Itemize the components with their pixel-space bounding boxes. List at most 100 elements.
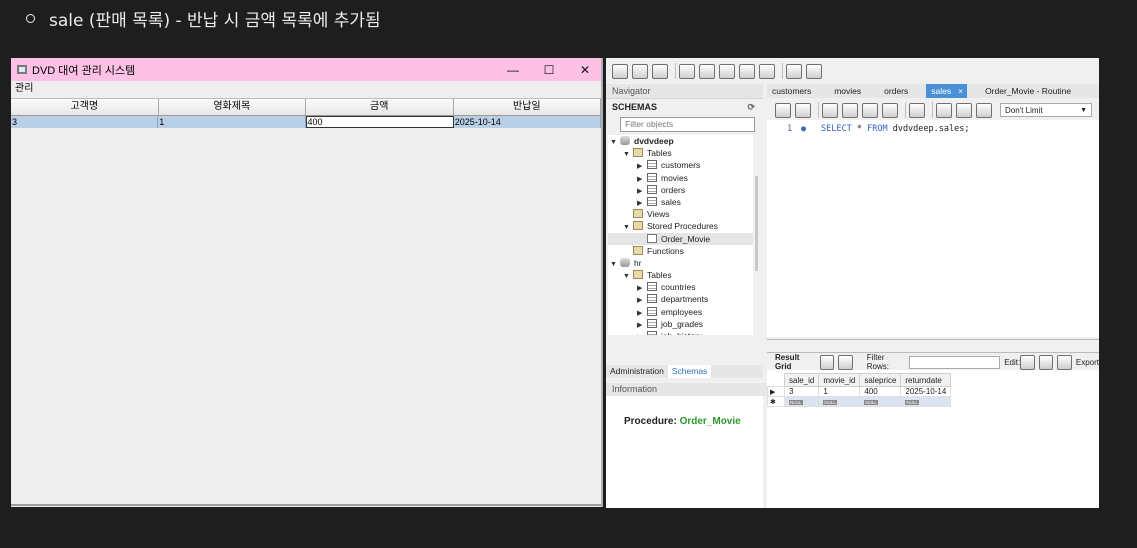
heading-text: sale (판매 목록) - 반납 시 금액 목록에 추가됨 <box>49 11 381 31</box>
header-customer[interactable]: 고객명 <box>11 99 159 115</box>
tab-customers[interactable]: customers <box>767 84 816 98</box>
open-file-icon[interactable] <box>775 102 791 118</box>
tree-item[interactable]: ▶ countries <box>608 281 753 293</box>
tree-item[interactable]: ▼ Tables <box>608 269 753 281</box>
tree-item[interactable]: ▼ dvdvdeep <box>608 135 753 147</box>
tree-item[interactable]: ▶ departments <box>608 293 753 305</box>
table-row[interactable]: 3 1 400 2025-10-14 <box>11 116 601 128</box>
cell-customer[interactable]: 3 <box>11 116 159 128</box>
refresh-results-icon[interactable] <box>838 354 853 370</box>
tree-label: Views <box>647 209 670 220</box>
new-row[interactable]: ✱ NULL NULL NULL NULL <box>767 396 952 407</box>
sql-star: * <box>856 124 862 134</box>
create-view-icon[interactable] <box>719 63 735 79</box>
tree-item[interactable]: ▶ employees <box>608 306 753 318</box>
tree-item[interactable]: Functions <box>608 245 753 257</box>
database-icon <box>620 136 630 145</box>
autocommit-icon[interactable] <box>976 102 992 118</box>
cell-movie-id[interactable]: 1 <box>818 386 861 397</box>
sql-editor[interactable]: 1 ● SELECT * FROM dvdvdeep.sales; <box>767 120 1099 337</box>
filter-objects-input[interactable]: Filter objects <box>620 117 755 132</box>
export-label[interactable]: Export <box>1076 358 1099 367</box>
create-function-icon[interactable] <box>759 63 775 79</box>
tree-label: Tables <box>647 148 672 159</box>
cell-returndate[interactable]: 2025-10-14 <box>900 386 952 397</box>
inspector-icon[interactable] <box>652 63 668 79</box>
tab-sales[interactable]: sales × <box>926 84 968 98</box>
close-button[interactable]: ✕ <box>567 63 603 77</box>
rollback-icon[interactable] <box>956 102 972 118</box>
cell-movie-title[interactable]: 1 <box>158 116 306 128</box>
menu-manage[interactable]: 관리 <box>11 81 603 96</box>
tree-item[interactable]: ▶ sales <box>608 196 753 208</box>
save-icon[interactable] <box>795 102 811 118</box>
tree-item[interactable]: ▶ job_history <box>608 330 753 335</box>
commit-icon[interactable] <box>936 102 952 118</box>
table-header: 고객명 영화제목 금액 반납일 <box>11 99 601 116</box>
edit-row-icon[interactable] <box>1020 354 1035 370</box>
header-amount[interactable]: 금액 <box>306 99 454 115</box>
create-procedure-icon[interactable] <box>739 63 755 79</box>
tab-administration[interactable]: Administration <box>606 365 668 378</box>
tab-movies[interactable]: movies <box>829 84 866 98</box>
tree-item[interactable]: ▶ movies <box>608 172 753 184</box>
reconnect-icon[interactable] <box>806 63 822 79</box>
new-sql-tab-icon[interactable] <box>612 63 628 79</box>
minimize-button[interactable]: — <box>495 63 531 77</box>
maximize-button[interactable]: ☐ <box>531 63 567 77</box>
limit-select[interactable]: Don't Limit ▼ <box>1000 103 1092 117</box>
create-table-icon[interactable] <box>699 63 715 79</box>
tree-item[interactable]: ▶ customers <box>608 159 753 171</box>
tab-order-movie-routine[interactable]: Order_Movie - Routine <box>980 84 1076 98</box>
tree-item[interactable]: Views <box>608 208 753 220</box>
editor-result-splitter[interactable] <box>767 339 1099 353</box>
create-schema-icon[interactable] <box>679 63 695 79</box>
header-movie-title[interactable]: 영화제목 <box>159 99 306 115</box>
bullet-icon <box>26 14 35 23</box>
execute-current-icon[interactable] <box>842 102 858 118</box>
execute-icon[interactable] <box>822 102 838 118</box>
filter-rows-input[interactable] <box>908 355 1001 369</box>
toggle-error-icon[interactable] <box>909 102 925 118</box>
null-cell[interactable]: NULL <box>818 396 861 407</box>
tree-scrollbar[interactable] <box>755 176 758 271</box>
tree-label: customers <box>661 160 701 171</box>
add-row-icon[interactable] <box>1038 354 1054 370</box>
null-cell[interactable]: NULL <box>859 396 902 407</box>
cell-sale-id[interactable]: 3 <box>783 386 820 397</box>
table-icon <box>647 172 657 182</box>
col-sale-id[interactable]: sale_id <box>783 373 820 387</box>
header-return-date[interactable]: 반납일 <box>454 99 601 115</box>
sales-table: 고객명 영화제목 금액 반납일 3 1 400 2025-10-14 <box>11 98 601 506</box>
result-grid-label[interactable]: Result Grid <box>775 353 814 371</box>
refresh-icon[interactable]: ⟳ <box>747 99 755 115</box>
delete-row-icon[interactable] <box>1057 354 1072 370</box>
open-sql-file-icon[interactable] <box>632 63 648 79</box>
close-tab-icon[interactable]: × <box>958 86 963 96</box>
grid-view-icon[interactable] <box>819 354 835 370</box>
dvd-app-window: DVD 대여 관리 시스템 — ☐ ✕ 관리 고객명 영화제목 금액 반납일 3… <box>11 58 603 507</box>
table-row[interactable]: ▶ 3 1 400 2025-10-14 <box>767 386 952 397</box>
collapsed-arrow-icon[interactable]: ▶ <box>637 332 647 335</box>
tab-schemas[interactable]: Schemas <box>667 365 712 378</box>
stop-icon[interactable] <box>882 102 898 118</box>
null-cell[interactable]: NULL <box>900 396 952 407</box>
cell-saleprice[interactable]: 400 <box>859 386 902 397</box>
tree-item-selected[interactable]: Order_Movie <box>608 232 753 245</box>
col-movie-id[interactable]: movie_id <box>818 373 861 387</box>
tab-orders[interactable]: orders <box>879 84 913 98</box>
col-returndate[interactable]: returndate <box>900 373 952 387</box>
tree-item[interactable]: ▼ Tables <box>608 147 753 159</box>
tree-item[interactable]: ▶ orders <box>608 184 753 196</box>
tree-item[interactable]: ▶ job_grades <box>608 318 753 330</box>
search-table-data-icon[interactable] <box>786 63 802 79</box>
tree-item[interactable]: ▼ hr <box>608 257 753 269</box>
new-row-marker-icon: ✱ <box>767 396 785 407</box>
cell-amount[interactable]: 400 <box>305 116 454 128</box>
navigator-tabs: Administration Schemas <box>606 365 763 378</box>
tree-item[interactable]: ▼ Stored Procedures <box>608 220 753 232</box>
null-cell[interactable]: NULL <box>783 396 820 407</box>
cell-return-date[interactable]: 2025-10-14 <box>454 116 601 128</box>
explain-icon[interactable] <box>862 102 878 118</box>
col-saleprice[interactable]: saleprice <box>859 373 902 387</box>
